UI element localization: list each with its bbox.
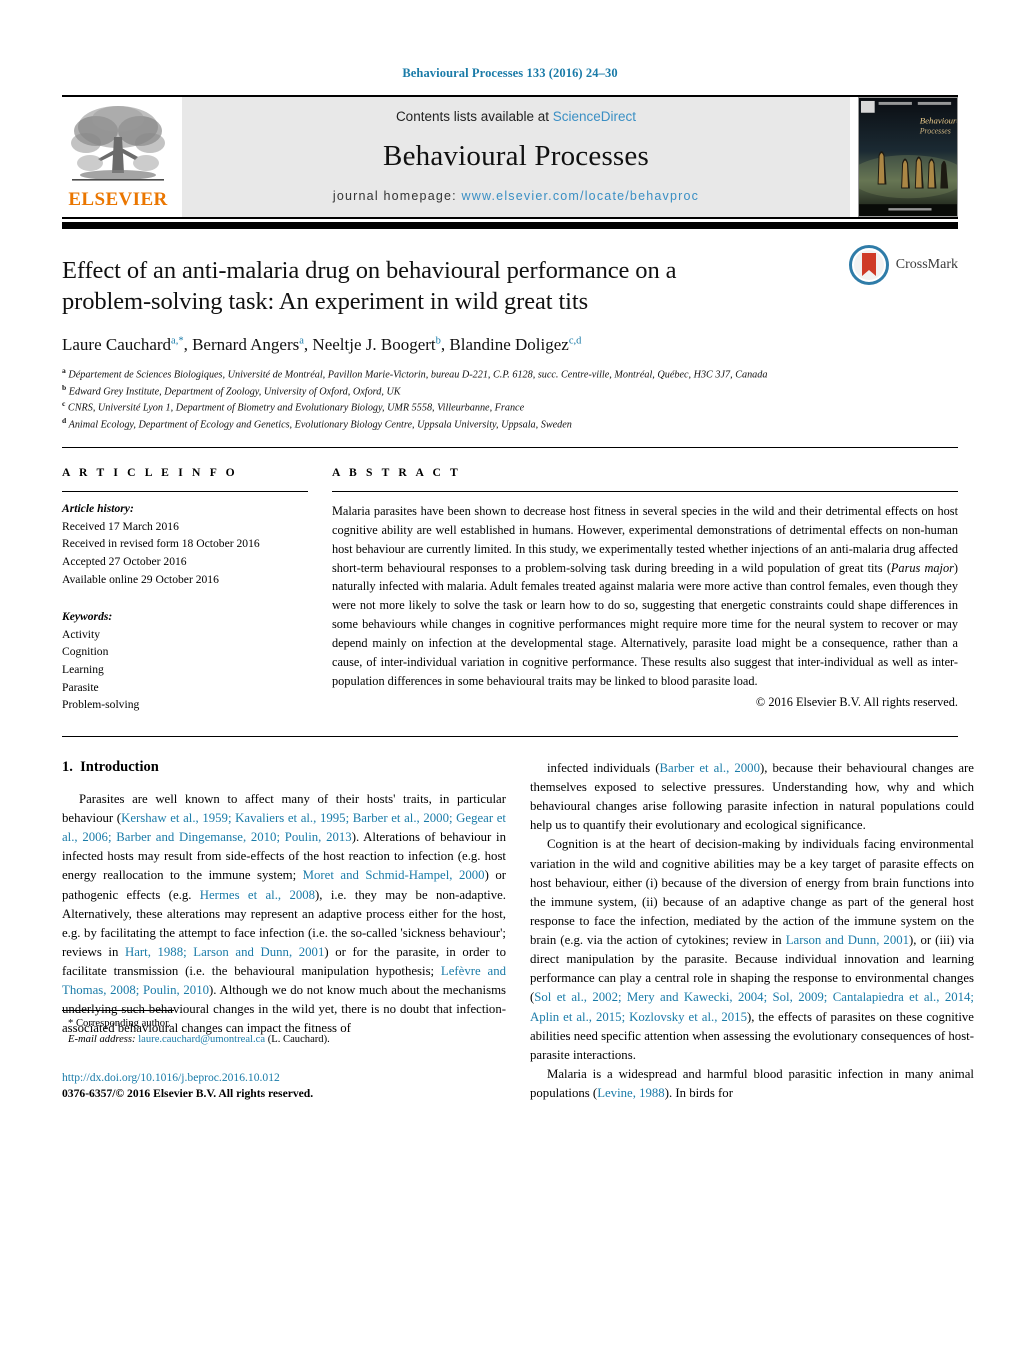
- abstract-text: Malaria parasites have been shown to dec…: [332, 504, 958, 688]
- keyword-item: Learning: [62, 663, 104, 677]
- keyword-item: Problem-solving: [62, 698, 140, 712]
- crossmark-icon: [848, 245, 889, 285]
- left-column-paragraphs: Parasites are well known to affect many …: [62, 790, 506, 1039]
- article-info-heading: A R T I C L E I N F O: [62, 466, 238, 480]
- corresponding-author-text: Corresponding author.: [75, 1017, 171, 1029]
- sciencedirect-link[interactable]: ScienceDirect: [553, 109, 636, 124]
- affiliation-b: b Edward Grey Institute, Department of Z…: [62, 382, 401, 397]
- contents-prefix: Contents lists available at: [395, 109, 553, 124]
- affiliation-list: a Département de Sciences Biologiques, U…: [62, 366, 958, 434]
- crossmark-badge[interactable]: CrossMark: [848, 245, 958, 285]
- body-paragraph: Malaria is a widespread and harmful bloo…: [530, 1066, 974, 1101]
- section-heading-introduction: 1. Introduction: [62, 759, 506, 776]
- email-link[interactable]: laure.cauchard@umontreal.ca: [138, 1034, 265, 1045]
- abstract-heading: A B S T R A C T: [332, 466, 461, 480]
- abstract-rule: [332, 491, 958, 493]
- email-label: E-mail address:: [68, 1033, 136, 1045]
- doi-link[interactable]: http://dx.doi.org/10.1016/j.beproc.2016.…: [62, 1070, 506, 1087]
- footnote-rule: [62, 1009, 174, 1011]
- email-note: E-mail address: laure.cauchard@umontreal…: [62, 1032, 506, 1048]
- journal-title: Behavioural Processes: [383, 140, 649, 172]
- contents-list-line: Contents lists available at ScienceDirec…: [396, 109, 636, 124]
- issn-copyright-line: 0376-6357/© 2016 Elsevier B.V. All right…: [62, 1087, 314, 1101]
- keywords-block: Keywords: Activity Cognition Learning Paras…: [62, 608, 308, 714]
- journal-cover-thumbnail: Behavioural Processes: [858, 97, 958, 217]
- svg-text:Processes: Processes: [919, 126, 951, 135]
- article-history-list: Received 17 March 2016 Received in revise…: [62, 518, 308, 588]
- footnote-area: * Corresponding author. E-mail address: …: [62, 1009, 506, 1104]
- body-paragraph: infected individuals (Barber et al., 200…: [530, 760, 974, 833]
- masthead-center: Contents lists available at ScienceDirec…: [182, 97, 850, 217]
- doi-block: http://dx.doi.org/10.1016/j.beproc.2016.…: [62, 1070, 506, 1104]
- running-head: Behavioural Processes 133 (2016) 24–30: [402, 66, 618, 80]
- article-history-item: Accepted 27 October 2016: [62, 555, 187, 569]
- affiliation-c: c CNRS, Université Lyon 1, Department of…: [62, 399, 525, 414]
- abstract-copyright: © 2016 Elsevier B.V. All rights reserved…: [755, 695, 958, 710]
- keyword-item: Cognition: [62, 645, 109, 659]
- body-right-column: infected individuals (Barber et al., 200…: [530, 759, 974, 1103]
- elsevier-wordmark: ELSEVIER: [68, 189, 168, 210]
- page-title: Effect of an anti-malaria drug on behavi…: [62, 257, 677, 316]
- author-list: Laure Caucharda,*, Bernard Angersa, Neel…: [62, 334, 582, 354]
- email-suffix: (L. Cauchard).: [267, 1033, 330, 1045]
- body-columns: 1. Introduction Parasites are well known…: [62, 737, 974, 1103]
- section-title: Introduction: [80, 758, 159, 775]
- article-info-rule: [62, 491, 308, 493]
- footnote-asterisk: *: [68, 1017, 74, 1029]
- article-history-item: Available online 29 October 2016: [62, 572, 219, 586]
- corresponding-author-note: * Corresponding author.: [62, 1016, 506, 1032]
- masthead-bottom-rule: [62, 217, 958, 219]
- keywords-label: Keywords:: [62, 610, 113, 624]
- affiliation-a: a Département de Sciences Biologiques, U…: [62, 365, 768, 381]
- crossmark-label: CrossMark: [895, 257, 958, 272]
- article-history-label: Article history:: [62, 502, 134, 516]
- article-history-item: Received 17 March 2016: [62, 519, 179, 533]
- journal-homepage-line: journal homepage: www.elsevier.com/locat…: [333, 189, 699, 203]
- abstract-column: A B S T R A C T Malaria parasites have b…: [332, 466, 958, 714]
- body-left-column: 1. Introduction Parasites are well known…: [62, 759, 506, 1103]
- body-paragraph: Cognition is at the heart of decision-ma…: [530, 837, 975, 1062]
- journal-masthead: ELSEVIER Contents lists available at Sci…: [62, 97, 958, 217]
- keyword-item: Parasite: [62, 680, 99, 694]
- keywords-list: Activity Cognition Learning Parasite Problem…: [62, 626, 308, 714]
- paper-page: Behavioural Processes 133 (2016) 24–30 E…: [0, 0, 1020, 1351]
- title-block: CrossMark Effect of an anti-malaria drug…: [62, 229, 958, 433]
- homepage-prefix: journal homepage:: [332, 189, 462, 203]
- info-abstract-region: A R T I C L E I N F O Article history: R…: [62, 448, 958, 714]
- right-column-paragraphs: infected individuals (Barber et al., 200…: [530, 759, 974, 1103]
- article-info-column: A R T I C L E I N F O Article history: R…: [62, 466, 308, 714]
- section-number: 1.: [62, 758, 73, 775]
- affiliation-d: d Animal Ecology, Department of Ecology …: [62, 416, 572, 431]
- keyword-item: Activity: [62, 627, 100, 641]
- body-paragraph: Parasites are well known to affect many …: [62, 791, 507, 1036]
- article-history-item: Received in revised form 18 October 2016: [62, 537, 260, 551]
- svg-text:Behavioural: Behavioural: [920, 116, 957, 126]
- elsevier-tree-icon: [68, 101, 168, 189]
- elsevier-logo: ELSEVIER: [62, 97, 174, 217]
- journal-homepage-link[interactable]: www.elsevier.com/locate/behavproc: [462, 189, 700, 203]
- masthead-thick-bar: [62, 222, 958, 229]
